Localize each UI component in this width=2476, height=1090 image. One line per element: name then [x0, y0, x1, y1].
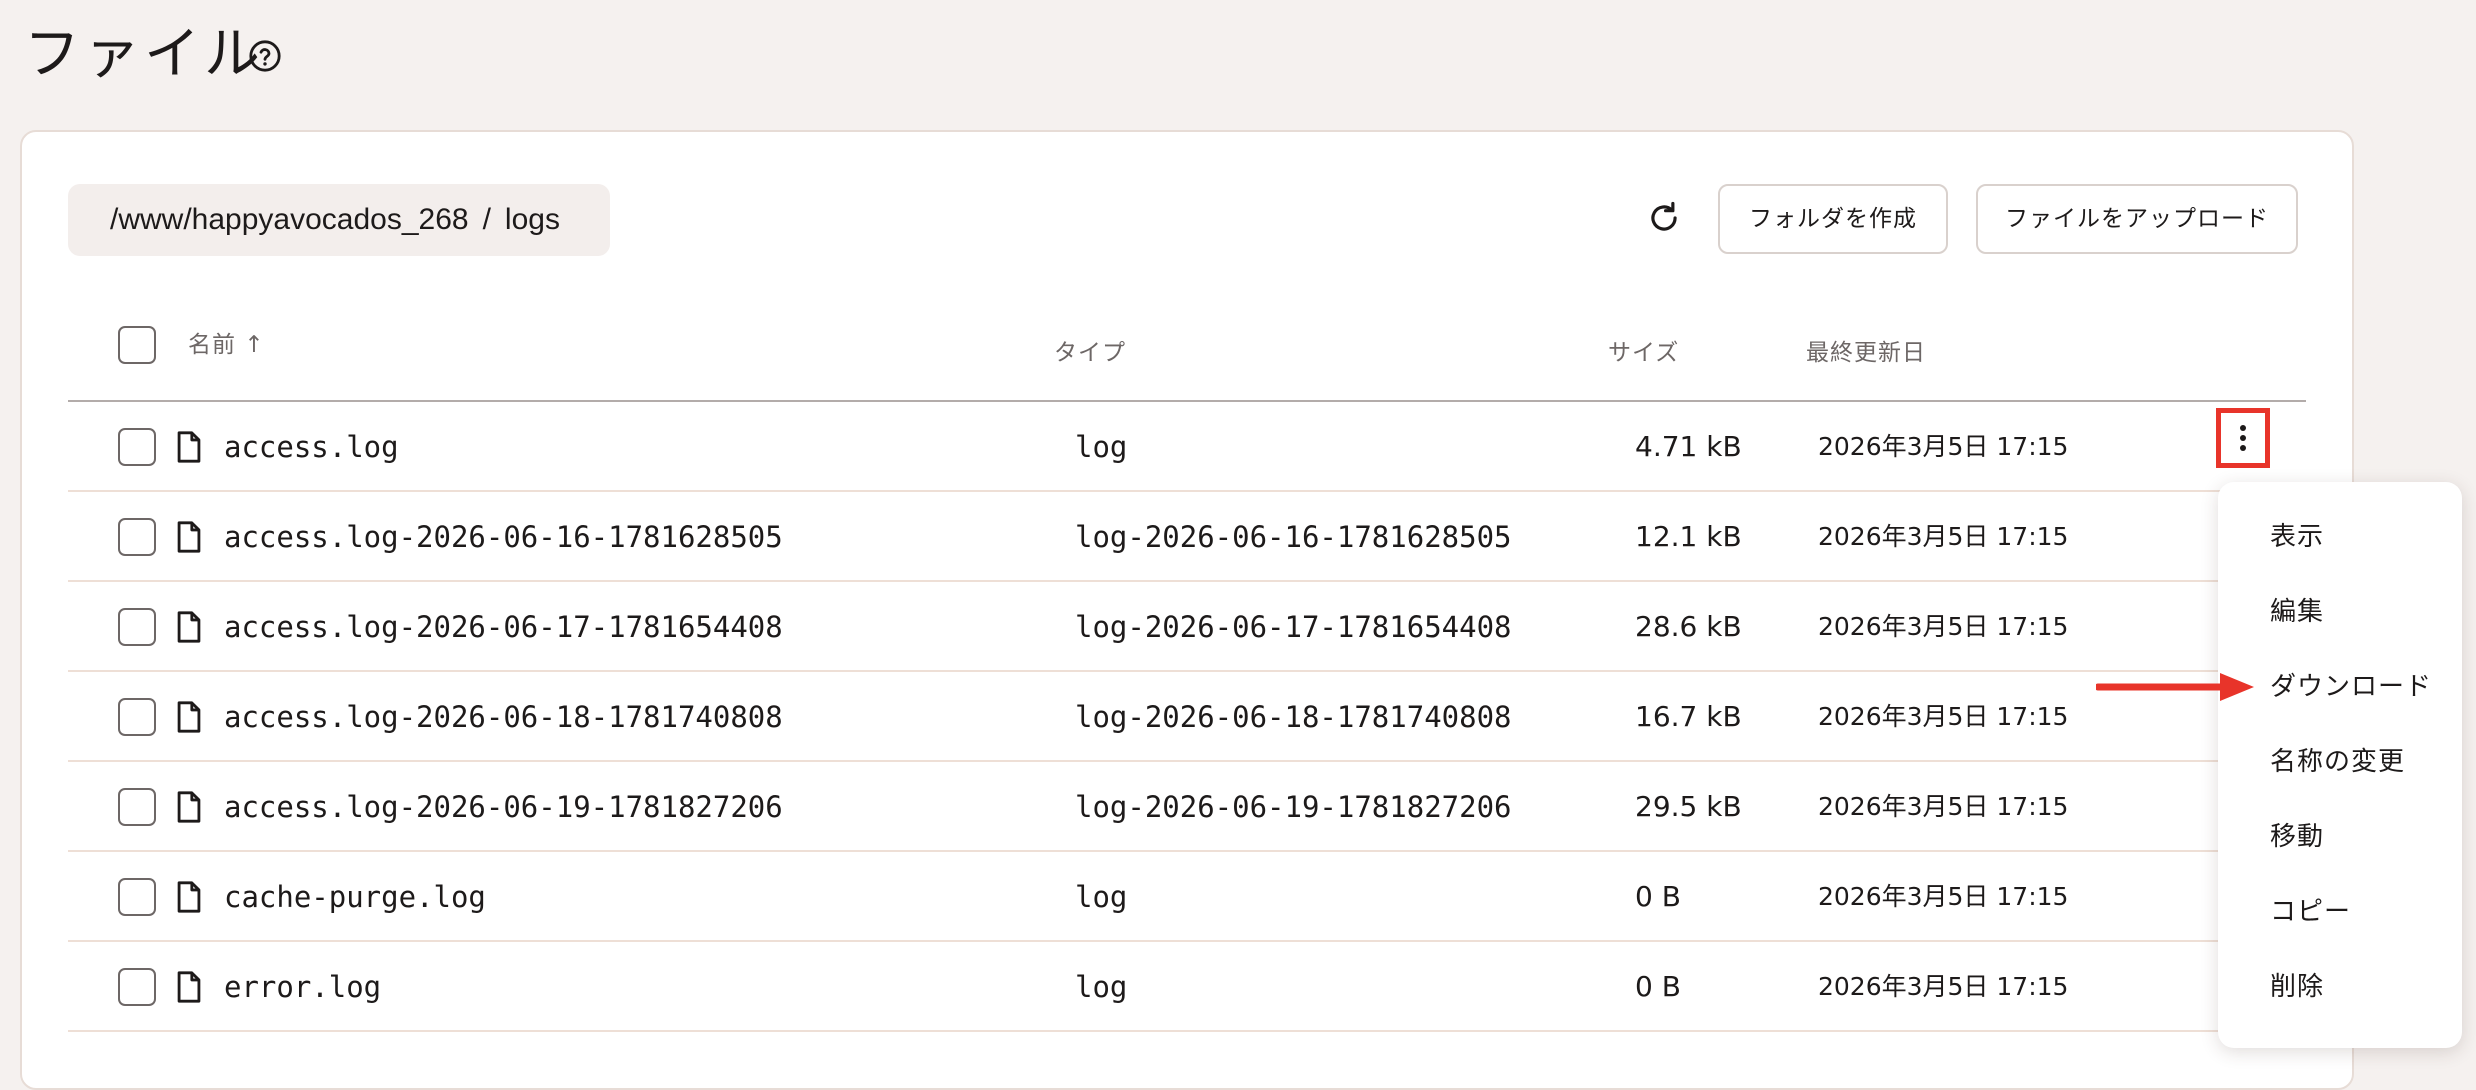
- kebab-dot: [2240, 425, 2246, 431]
- breadcrumb-current: logs: [504, 203, 560, 236]
- menu-item-edit[interactable]: 編集: [2270, 592, 2324, 632]
- menu-item-rename[interactable]: 名称の変更: [2270, 742, 2405, 782]
- file-type: log-2026-06-17-1781654408: [1075, 610, 1512, 644]
- refresh-button[interactable]: [1640, 194, 1688, 242]
- row-actions-button[interactable]: [2216, 408, 2270, 468]
- file-size: 0 B: [1635, 880, 1681, 913]
- file-name[interactable]: access.log-2026-06-18-1781740808: [224, 672, 783, 762]
- refresh-icon: [1651, 201, 1677, 231]
- file-modified: 2026年3月5日 17:15: [1818, 522, 2069, 551]
- menu-item-move[interactable]: 移動: [2270, 817, 2324, 857]
- file-modified: 2026年3月5日 17:15: [1818, 882, 2069, 911]
- file-name[interactable]: access.log-2026-06-16-1781628505: [224, 492, 783, 582]
- table-row[interactable]: access.log-2026-06-18-1781740808 log-2026…: [68, 672, 2306, 762]
- row-divider: [68, 1030, 2306, 1032]
- column-header-modified[interactable]: 最終更新日: [1806, 336, 1926, 370]
- file-name[interactable]: error.log: [224, 942, 381, 1032]
- create-folder-button[interactable]: フォルダを作成: [1718, 184, 1948, 254]
- file-type: log: [1075, 970, 1128, 1004]
- file-name[interactable]: access.log-2026-06-17-1781654408: [224, 582, 783, 672]
- file-type: log-2026-06-19-1781827206: [1075, 790, 1512, 824]
- row-checkbox[interactable]: [118, 518, 156, 556]
- breadcrumb-root[interactable]: /www/happyavocados_268: [110, 203, 469, 236]
- menu-item-download[interactable]: ダウンロード: [2270, 667, 2432, 707]
- menu-item-delete[interactable]: 削除: [2270, 967, 2324, 1007]
- row-checkbox[interactable]: [118, 608, 156, 646]
- file-name[interactable]: cache-purge.log: [224, 852, 486, 942]
- table-row[interactable]: access.log-2026-06-19-1781827206 log-2026…: [68, 762, 2306, 852]
- row-checkbox[interactable]: [118, 698, 156, 736]
- file-type: log-2026-06-18-1781740808: [1075, 700, 1512, 734]
- context-menu: 表示 編集 ダウンロード 名称の変更 移動 コピー 削除: [2218, 482, 2462, 1048]
- row-checkbox[interactable]: [118, 968, 156, 1006]
- file-size: 29.5 kB: [1635, 790, 1742, 823]
- table-row[interactable]: error.log log 0 B 2026年3月5日 17:15: [68, 942, 2306, 1032]
- file-type: log: [1075, 430, 1128, 464]
- row-checkbox[interactable]: [118, 428, 156, 466]
- page-title: ファイル: [24, 22, 264, 87]
- upload-file-button[interactable]: ファイルをアップロード: [1976, 184, 2298, 254]
- sort-ascending-icon: ↑: [244, 332, 265, 358]
- row-checkbox[interactable]: [118, 788, 156, 826]
- file-icon: [177, 611, 201, 643]
- file-name[interactable]: access.log-2026-06-19-1781827206: [224, 762, 783, 852]
- file-size: 4.71 kB: [1635, 430, 1742, 463]
- file-modified: 2026年3月5日 17:15: [1818, 432, 2069, 461]
- file-modified: 2026年3月5日 17:15: [1818, 792, 2069, 821]
- pointer-arrow-icon: [2096, 673, 2254, 701]
- menu-item-view[interactable]: 表示: [2270, 517, 2324, 557]
- table-row[interactable]: access.log-2026-06-17-1781654408 log-2026…: [68, 582, 2306, 672]
- menu-item-copy[interactable]: コピー: [2270, 892, 2351, 932]
- question-circle-icon[interactable]: [248, 39, 282, 73]
- column-header-type[interactable]: タイプ: [1054, 336, 1126, 370]
- column-header-size[interactable]: サイズ: [1608, 336, 1679, 370]
- column-header-name-label: 名前: [188, 332, 236, 358]
- file-type: log: [1075, 880, 1128, 914]
- column-header-name[interactable]: 名前 ↑: [188, 328, 265, 362]
- table-row[interactable]: access.log log 4.71 kB 2026年3月5日 17:15: [68, 402, 2306, 492]
- kebab-dot: [2240, 435, 2246, 441]
- file-name[interactable]: access.log: [224, 402, 399, 492]
- select-all-checkbox[interactable]: [118, 326, 156, 364]
- file-icon: [177, 521, 201, 553]
- file-modified: 2026年3月5日 17:15: [1818, 972, 2069, 1001]
- row-checkbox[interactable]: [118, 878, 156, 916]
- file-modified: 2026年3月5日 17:15: [1818, 702, 2069, 731]
- file-type: log-2026-06-16-1781628505: [1075, 520, 1512, 554]
- file-icon: [177, 701, 201, 733]
- breadcrumb: /www/happyavocados_268 / logs: [68, 184, 610, 256]
- file-size: 28.6 kB: [1635, 610, 1742, 643]
- file-icon: [177, 431, 201, 463]
- kebab-dot: [2240, 445, 2246, 451]
- breadcrumb-separator: /: [482, 203, 491, 236]
- file-size: 16.7 kB: [1635, 700, 1742, 733]
- file-size: 12.1 kB: [1635, 520, 1742, 553]
- file-modified: 2026年3月5日 17:15: [1818, 612, 2069, 641]
- file-icon: [177, 971, 201, 1003]
- table-row[interactable]: cache-purge.log log 0 B 2026年3月5日 17:15: [68, 852, 2306, 942]
- file-icon: [177, 881, 201, 913]
- table-row[interactable]: access.log-2026-06-16-1781628505 log-2026…: [68, 492, 2306, 582]
- file-icon: [177, 791, 201, 823]
- file-size: 0 B: [1635, 970, 1681, 1003]
